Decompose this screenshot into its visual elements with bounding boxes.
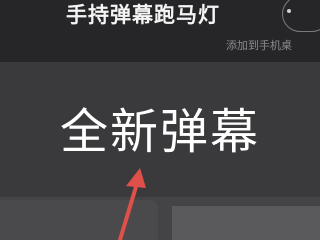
red-arrow-icon bbox=[118, 168, 146, 240]
